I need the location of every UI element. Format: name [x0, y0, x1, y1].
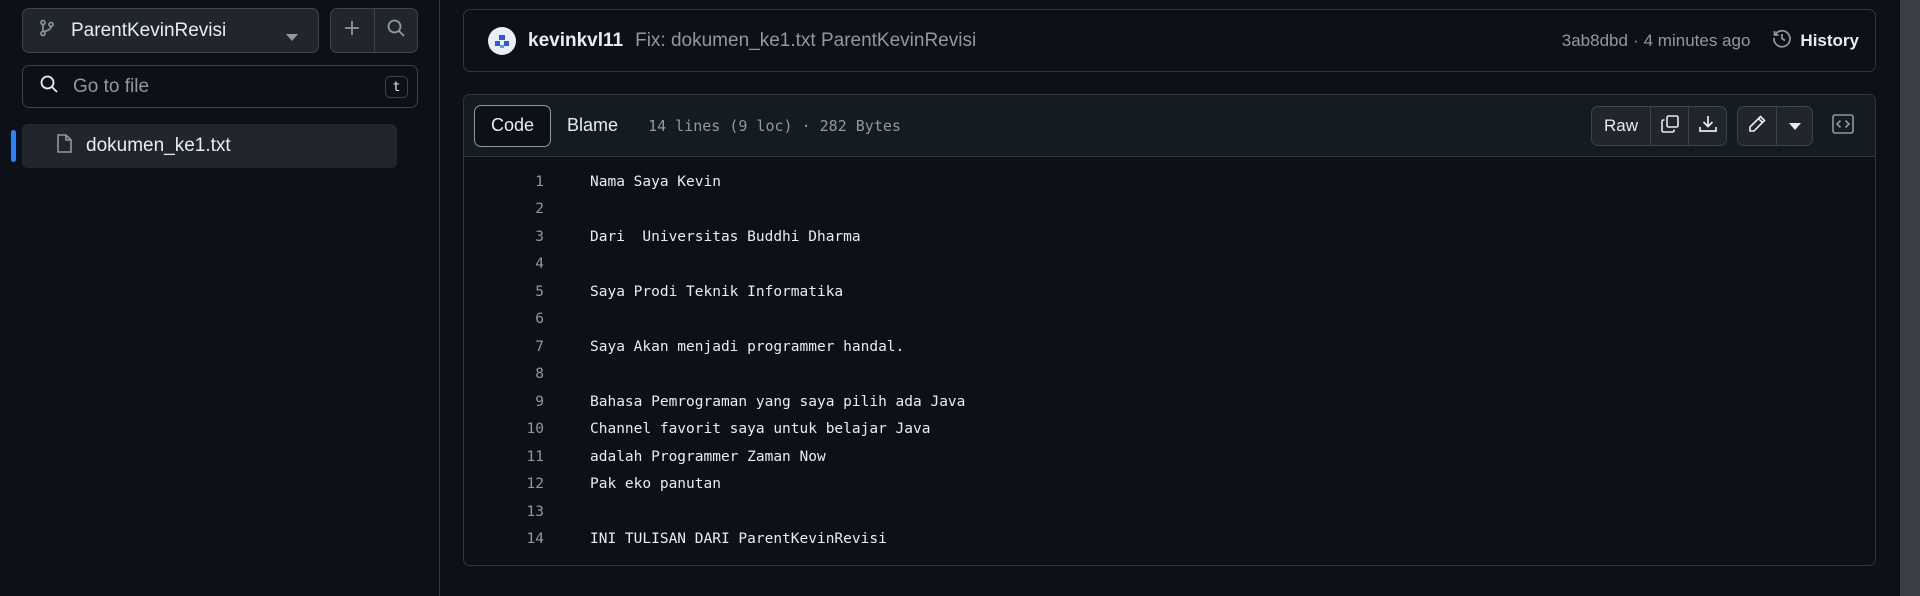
file-header: Code Blame 14 lines (9 loc) · 282 Bytes …	[464, 95, 1875, 157]
raw-button[interactable]: Raw	[1592, 107, 1650, 145]
download-icon	[1698, 114, 1718, 139]
code-line: 4	[464, 251, 1875, 279]
copy-icon	[1660, 114, 1680, 139]
tab-blame[interactable]: Blame	[551, 105, 634, 147]
branch-selector-button[interactable]: ParentKevinRevisi	[22, 8, 319, 53]
line-content: Saya Akan menjadi programmer handal.	[590, 338, 905, 355]
download-raw-button[interactable]	[1688, 107, 1726, 145]
code-line: 11 adalah Programmer Zaman Now	[464, 443, 1875, 471]
commit-message-link[interactable]: Fix: dokumen_ke1.txt ParentKevinRevisi	[635, 30, 976, 52]
line-number[interactable]: 7	[464, 339, 544, 355]
go-to-file-field[interactable]: t	[22, 65, 418, 108]
line-number[interactable]: 6	[464, 311, 544, 327]
search-icon	[386, 18, 406, 43]
line-content: Dari Universitas Buddhi Dharma	[590, 228, 861, 245]
line-number[interactable]: 12	[464, 476, 544, 492]
symbols-panel-button[interactable]	[1823, 106, 1863, 146]
more-edit-options-button[interactable]	[1776, 107, 1812, 145]
history-icon	[1772, 28, 1792, 53]
line-content: adalah Programmer Zaman Now	[590, 448, 826, 465]
page-scrollbar[interactable]	[1900, 0, 1920, 596]
code-line: 9 Bahasa Pemrograman yang saya pilih ada …	[464, 388, 1875, 416]
line-number[interactable]: 3	[464, 229, 544, 245]
tree-item-label: dokumen_ke1.txt	[86, 135, 231, 156]
line-number[interactable]: 10	[464, 421, 544, 437]
file-viewer: Code Blame 14 lines (9 loc) · 282 Bytes …	[463, 94, 1876, 566]
avatar[interactable]	[488, 26, 516, 55]
add-file-button[interactable]	[331, 9, 374, 52]
commit-hash-link[interactable]: 3ab8dbd	[1562, 31, 1628, 51]
search-icon	[39, 74, 59, 99]
line-number[interactable]: 5	[464, 284, 544, 300]
code-line: 7 Saya Akan menjadi programmer handal.	[464, 333, 1875, 361]
code-line: 12 Pak eko panutan	[464, 471, 1875, 499]
code-line: 14 INI TULISAN DARI ParentKevinRevisi	[464, 526, 1875, 554]
line-content: Saya Prodi Teknik Informatika	[590, 283, 844, 300]
line-content: Channel favorit saya untuk belajar Java	[590, 421, 931, 438]
file-info: 14 lines (9 loc) · 282 Bytes	[648, 116, 901, 135]
tab-code[interactable]: Code	[474, 104, 552, 147]
file-actions: Raw	[1590, 106, 1863, 146]
code-line: 6	[464, 306, 1875, 334]
line-content: Pak eko panutan	[590, 476, 721, 493]
line-number[interactable]: 1	[464, 174, 544, 190]
raw-actions-group: Raw	[1590, 106, 1727, 146]
line-content: Bahasa Pemrograman yang saya pilih ada J…	[590, 393, 966, 410]
line-number[interactable]: 14	[464, 531, 544, 547]
code-line: 8	[464, 361, 1875, 389]
latest-commit-bar: kevinkvl11 Fix: dokumen_ke1.txt ParentKe…	[463, 9, 1876, 72]
commit-time: 4 minutes ago	[1643, 30, 1751, 50]
keyboard-shortcut-hint: t	[385, 76, 408, 98]
code-line: 5 Saya Prodi Teknik Informatika	[464, 278, 1875, 306]
plus-icon	[343, 19, 361, 42]
tree-item-dokumen-ke1[interactable]: dokumen_ke1.txt	[11, 124, 397, 168]
line-number[interactable]: 8	[464, 366, 544, 382]
code-line: 13	[464, 498, 1875, 526]
edit-file-button[interactable]	[1738, 107, 1776, 145]
git-branch-icon	[39, 19, 55, 42]
line-number[interactable]: 4	[464, 256, 544, 272]
triangle-down-icon	[1788, 117, 1801, 135]
separator: ·	[1632, 30, 1639, 50]
pencil-icon	[1747, 114, 1767, 139]
code-square-icon	[1832, 113, 1854, 139]
commit-author-link[interactable]: kevinkvl11	[528, 30, 623, 52]
code-line: 10 Channel favorit saya untuk belajar Jav…	[464, 416, 1875, 444]
line-number[interactable]: 2	[464, 201, 544, 217]
line-content: Nama Saya Kevin	[590, 173, 721, 190]
line-number[interactable]: 11	[464, 449, 544, 465]
copy-raw-button[interactable]	[1650, 107, 1688, 145]
file-icon	[56, 134, 72, 158]
edit-actions-group	[1737, 106, 1813, 146]
code-line: 2	[464, 196, 1875, 224]
file-tree-sidebar: ParentKevinRevisi t dokumen_ke1.txt	[0, 0, 440, 596]
go-to-file-input[interactable]	[73, 75, 363, 98]
line-number[interactable]: 9	[464, 394, 544, 410]
code-line: 1 Nama Saya Kevin	[464, 168, 1875, 196]
line-content: INI TULISAN DARI ParentKevinRevisi	[590, 531, 887, 548]
tree-actions	[330, 8, 418, 53]
line-number[interactable]: 13	[464, 504, 544, 520]
code-view: 1 Nama Saya Kevin 2 3 Dari Universitas Buddh…	[464, 157, 1875, 553]
branch-name: ParentKevinRevisi	[71, 19, 227, 41]
active-indicator	[11, 130, 16, 162]
triangle-down-icon	[286, 28, 298, 46]
history-label: History	[1800, 30, 1859, 50]
view-toggle: Code Blame	[474, 104, 634, 147]
commit-meta: 3ab8dbd · 4 minutes ago	[1562, 31, 1751, 51]
search-code-button[interactable]	[373, 9, 418, 52]
history-button[interactable]: History	[1772, 28, 1859, 53]
code-line: 3 Dari Universitas Buddhi Dharma	[464, 223, 1875, 251]
